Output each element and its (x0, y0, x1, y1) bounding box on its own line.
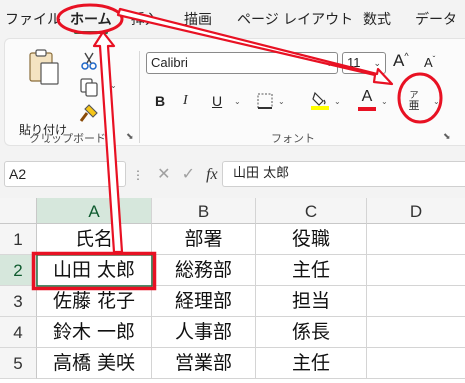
tab-home[interactable]: ホーム (70, 9, 112, 29)
font-name-chevron-icon: ⌄ (325, 58, 333, 68)
font-name-combo[interactable]: Calibri ⌄ (146, 52, 338, 74)
clipboard-group-label: クリップボード (29, 132, 106, 145)
column-header-c[interactable]: C (256, 198, 367, 224)
grow-font-button[interactable]: A ^ (393, 51, 409, 71)
font-color-icon: A (361, 87, 373, 105)
menu-bar: ファイル ホーム 挿入 描画 ページ レイアウト 数式 データ (0, 0, 465, 36)
font-color-chevron-icon[interactable]: ⌄ (381, 97, 388, 106)
select-all-corner[interactable] (0, 198, 37, 224)
column-header-a[interactable]: A (37, 198, 152, 224)
font-size-chevron-icon: ⌄ (373, 58, 381, 68)
format-painter-button[interactable] (79, 103, 99, 123)
row-header-1[interactable]: 1 (0, 224, 37, 255)
bold-button[interactable]: B (155, 91, 165, 111)
formula-bar: A2 ⌄ ⋮ ✕ ✓ fx 山田 太郎 (0, 148, 465, 198)
cell-b5[interactable]: 営業部 (152, 348, 256, 379)
tab-insert[interactable]: 挿入 (131, 9, 159, 29)
borders-chevron-icon[interactable]: ⌄ (278, 97, 285, 106)
insert-function-icon[interactable]: fx (206, 166, 218, 183)
fill-color-chevron-icon[interactable]: ⌄ (334, 97, 341, 106)
shrink-font-button[interactable]: Aˇ (424, 55, 435, 70)
active-tab-indicator (74, 31, 108, 34)
font-group-label: フォント (271, 132, 315, 145)
font-color-button[interactable]: A (357, 88, 377, 111)
cell-c3[interactable]: 担当 (256, 286, 367, 317)
row-header-5[interactable]: 5 (0, 348, 37, 379)
cell-a1[interactable]: 氏名 (37, 224, 152, 255)
formula-input[interactable]: 山田 太郎 (222, 161, 465, 187)
tab-file[interactable]: ファイル (5, 9, 61, 29)
cell-d3[interactable] (367, 286, 465, 317)
format-painter-icon (79, 104, 98, 122)
cell-a5[interactable]: 高橋 美咲 (37, 348, 152, 379)
cell-c5[interactable]: 主任 (256, 348, 367, 379)
copy-dropdown-chevron-icon[interactable]: ⌄ (110, 81, 117, 90)
phonetic-chevron-icon[interactable]: ⌄ (433, 97, 440, 106)
clipboard-dialog-launcher-icon[interactable]: ⬊ (126, 132, 134, 142)
cell-a4[interactable]: 鈴木 一郎 (37, 317, 152, 348)
cell-d2[interactable] (367, 255, 465, 286)
tab-page-layout[interactable]: ページ レイアウト (237, 9, 353, 29)
cell-c4[interactable]: 係長 (256, 317, 367, 348)
cell-a3[interactable]: 佐藤 花子 (37, 286, 152, 317)
worksheet-grid: A B C D 1 2 3 4 5 氏名 部署 役職 山田 太郎 総務部 主任 … (0, 198, 465, 383)
cell-b4[interactable]: 人事部 (152, 317, 256, 348)
copy-button[interactable] (79, 77, 99, 97)
row-header-2[interactable]: 2 (0, 255, 37, 286)
italic-button[interactable]: I (183, 91, 188, 111)
tab-draw[interactable]: 描画 (184, 9, 212, 29)
paste-button[interactable] (27, 47, 61, 87)
grow-font-icon: A (393, 51, 405, 70)
name-box[interactable]: A2 ⌄ (4, 161, 126, 187)
underline-chevron-icon[interactable]: ⌄ (234, 97, 241, 106)
cell-d1[interactable] (367, 224, 465, 255)
enter-check-icon[interactable]: ✓ (182, 164, 195, 183)
copy-icon (80, 78, 98, 97)
formula-input-value: 山田 太郎 (233, 166, 290, 181)
paste-icon (29, 49, 59, 85)
underline-button[interactable]: U (212, 91, 222, 111)
cell-a2[interactable]: 山田 太郎 (37, 255, 152, 286)
borders-button[interactable] (256, 92, 274, 110)
column-header-d[interactable]: D (367, 198, 465, 224)
font-name-value: Calibri (151, 55, 188, 70)
shrink-font-icon: A (424, 55, 433, 70)
tab-data[interactable]: データ (415, 9, 457, 29)
paint-bucket-icon (311, 91, 329, 110)
ribbon-panel: 貼り付け ⌄ ⌄ クリップボード ⬊ Calibri ⌄ 11 ⌄ A ^ A … (4, 38, 465, 146)
font-dialog-launcher-icon[interactable]: ⬊ (443, 132, 451, 142)
cut-button[interactable] (79, 51, 99, 71)
cell-c1[interactable]: 役職 (256, 224, 367, 255)
cell-d4[interactable] (367, 317, 465, 348)
font-size-value: 11 (347, 55, 361, 70)
cell-d5[interactable] (367, 348, 465, 379)
row-header-4[interactable]: 4 (0, 317, 37, 348)
font-size-combo[interactable]: 11 ⌄ (342, 52, 386, 74)
phonetic-guide-button[interactable]: ア 亜 (402, 87, 426, 115)
cell-c2[interactable]: 主任 (256, 255, 367, 286)
name-box-value: A2 (9, 166, 27, 182)
fill-color-button[interactable] (310, 89, 330, 111)
row-header-3[interactable]: 3 (0, 286, 37, 317)
formula-bar-buttons: ⋮ ✕ ✓ fx (132, 161, 218, 187)
column-header-b[interactable]: B (152, 198, 256, 224)
cell-b2[interactable]: 総務部 (152, 255, 256, 286)
font-color-swatch (358, 106, 376, 111)
cell-b1[interactable]: 部署 (152, 224, 256, 255)
borders-icon (257, 93, 273, 109)
more-options-icon[interactable]: ⋮ (132, 168, 144, 182)
name-box-chevron-icon: ⌄ (110, 168, 119, 179)
tab-formulas[interactable]: 数式 (363, 9, 391, 29)
phonetic-base-icon: 亜 (408, 99, 420, 112)
cancel-icon[interactable]: ✕ (157, 164, 170, 183)
ribbon: 貼り付け ⌄ ⌄ クリップボード ⬊ Calibri ⌄ 11 ⌄ A ^ A … (0, 36, 465, 148)
ribbon-separator (139, 51, 140, 143)
scissors-icon (81, 52, 97, 70)
cell-b3[interactable]: 経理部 (152, 286, 256, 317)
